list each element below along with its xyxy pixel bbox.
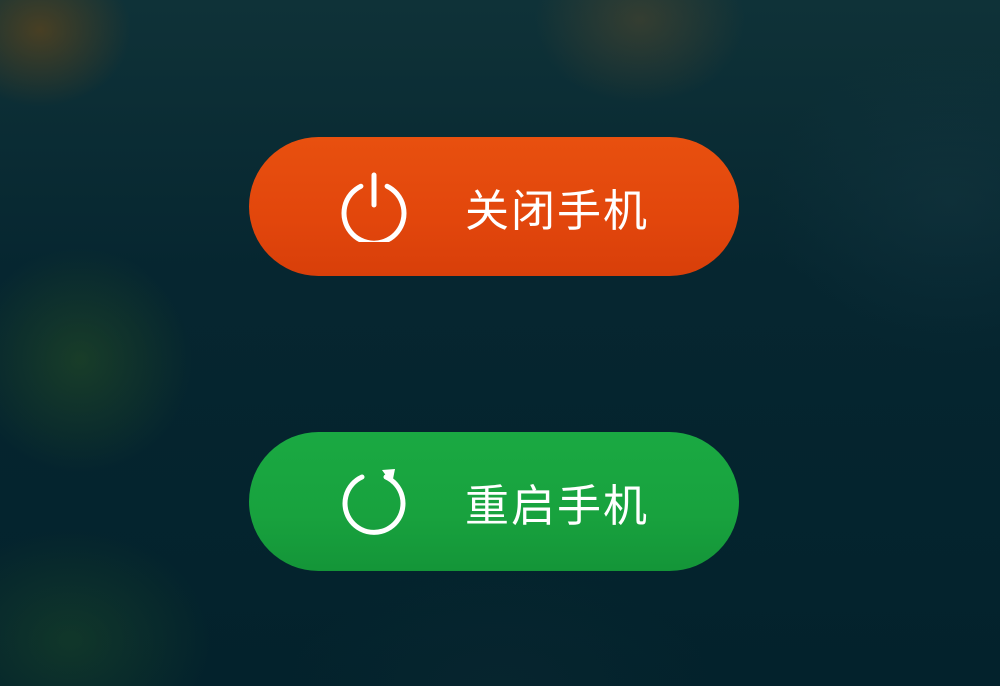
power-icon: [339, 172, 409, 246]
blurred-wallpaper-background: [0, 0, 1000, 686]
power-off-label: 关闭手机: [465, 185, 649, 237]
restart-button[interactable]: 重启手机: [249, 432, 739, 571]
restart-icon: [339, 467, 409, 537]
power-off-button[interactable]: 关闭手机: [249, 137, 739, 276]
restart-label: 重启手机: [465, 480, 649, 532]
